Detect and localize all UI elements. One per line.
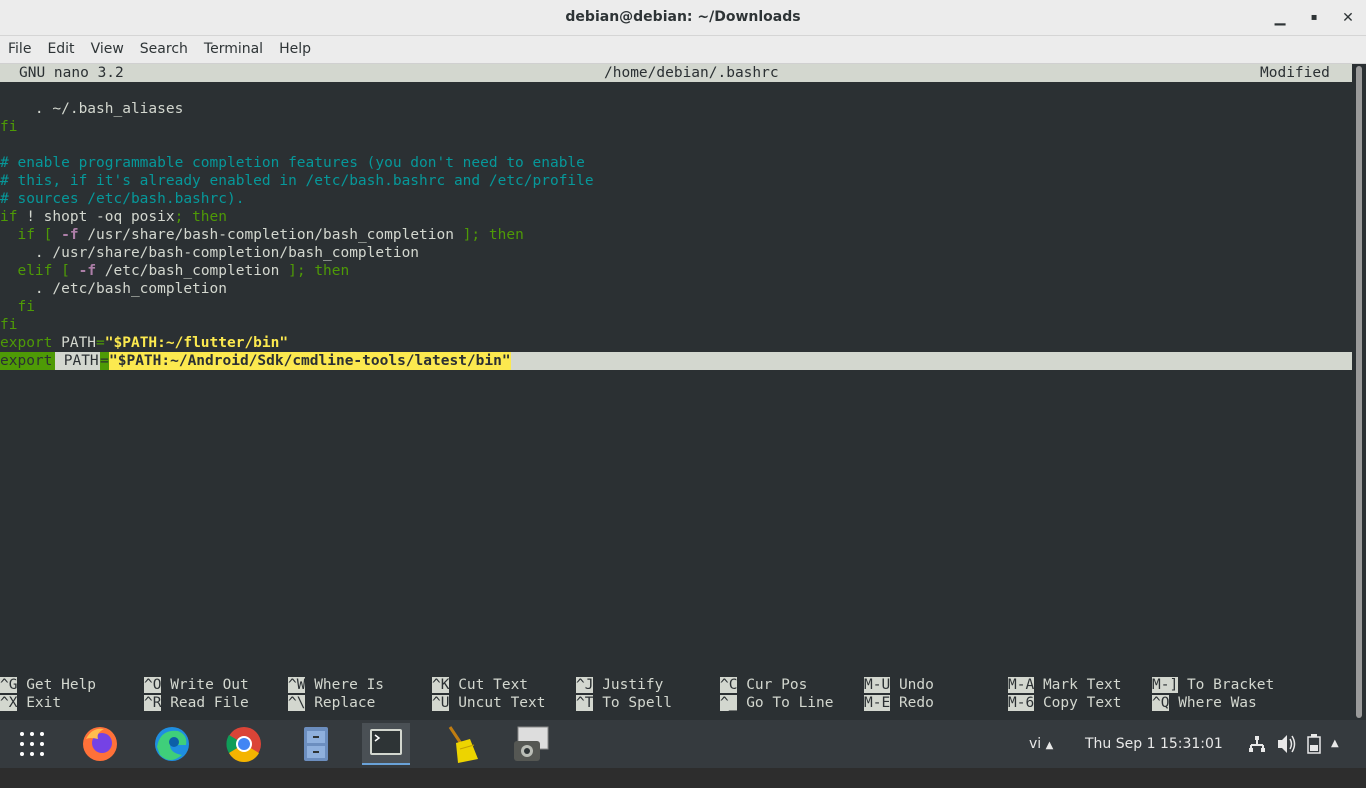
files-button[interactable] — [292, 723, 340, 765]
nano-status: Modified — [1260, 65, 1330, 81]
screenshot-button[interactable] — [508, 723, 556, 765]
close-icon: ✕ — [1342, 10, 1354, 26]
broom-icon — [448, 726, 478, 763]
highlighted-line: export PATH = "$PATH:~/Android/Sdk/cmdli… — [0, 352, 1352, 370]
shortcut-exit[interactable]: ^X Exit — [0, 694, 61, 712]
shortcut-read-file[interactable]: ^R Read File — [144, 694, 249, 712]
clock[interactable]: Thu Sep 1 15:31:01 — [1085, 720, 1223, 768]
volume-icon[interactable] — [1276, 720, 1296, 768]
window-titlebar: debian@debian: ~/Downloads ▁ ▪ ✕ — [0, 0, 1366, 36]
nano-shortcuts: ^G Get Help ^O Write Out ^W Where Is ^K … — [0, 676, 1352, 712]
code-line: fi — [0, 119, 18, 135]
code-line: if [ -f /usr/share/bash-completion/bash_… — [0, 227, 524, 243]
shortcut-to-spell[interactable]: ^T To Spell — [576, 694, 672, 712]
terminal-icon — [370, 729, 402, 755]
menu-file[interactable]: File — [0, 36, 39, 57]
maximize-icon: ▪ — [1310, 12, 1318, 23]
app-grid-icon — [20, 732, 44, 756]
app-grid-button[interactable] — [8, 723, 56, 765]
chrome-icon — [226, 727, 261, 762]
shortcut-undo[interactable]: M-U Undo — [864, 676, 934, 694]
menu-terminal[interactable]: Terminal — [196, 36, 271, 57]
firefox-icon — [83, 727, 117, 761]
nano-filename: /home/debian/.bashrc — [604, 65, 779, 81]
shortcut-where-is[interactable]: ^W Where Is — [288, 676, 384, 694]
shortcut-uncut-text[interactable]: ^U Uncut Text — [432, 694, 546, 712]
menu-search[interactable]: Search — [132, 36, 196, 57]
file-cabinet-icon — [304, 727, 328, 761]
network-icon[interactable] — [1248, 720, 1266, 768]
scrollbar-thumb[interactable] — [1356, 66, 1362, 718]
shortcut-to-bracket[interactable]: M-] To Bracket — [1152, 676, 1274, 694]
shortcut-cut-text[interactable]: ^K Cut Text — [432, 676, 528, 694]
shortcut-get-help[interactable]: ^G Get Help — [0, 676, 96, 694]
chrome-button[interactable] — [220, 723, 268, 765]
battery-icon[interactable] — [1305, 720, 1323, 768]
minimize-button[interactable]: ▁ — [1270, 8, 1290, 28]
menubar: File Edit View Search Terminal Help — [0, 36, 1366, 64]
shortcut-mark-text[interactable]: M-A Mark Text — [1008, 676, 1122, 694]
firefox-button[interactable] — [76, 723, 124, 765]
minimize-icon: ▁ — [1274, 10, 1286, 26]
code-comment: # this, if it's already enabled in /etc/… — [0, 173, 594, 189]
edge-button[interactable] — [148, 723, 196, 765]
shortcut-justify[interactable]: ^J Justify — [576, 676, 663, 694]
camera-icon — [514, 726, 549, 761]
taskbar: vi ▲ Thu Sep 1 15:31:01 ▲ — [0, 720, 1366, 768]
terminal-scrollbar[interactable] — [1352, 64, 1366, 720]
code-comment: # enable programmable completion feature… — [0, 155, 585, 171]
terminal-area[interactable]: GNU nano 3.2 /home/debian/.bashrc Modifi… — [0, 64, 1352, 720]
code-line: elif [ -f /etc/bash_completion ]; then — [0, 263, 350, 279]
code-line: . /etc/bash_completion — [0, 281, 227, 297]
menu-view[interactable]: View — [83, 36, 132, 57]
code-line: if ! shopt -oq posix; then — [0, 209, 227, 225]
shortcut-redo[interactable]: M-E Redo — [864, 694, 934, 712]
code-comment: # sources /etc/bash.bashrc). — [0, 191, 245, 207]
code-line: export PATH="$PATH:~/flutter/bin" — [0, 335, 289, 351]
shortcut-write-out[interactable]: ^O Write Out — [144, 676, 249, 694]
close-button[interactable]: ✕ — [1338, 8, 1358, 28]
nano-version: GNU nano 3.2 — [19, 65, 124, 81]
code-line: fi — [0, 299, 35, 315]
code-line: fi — [0, 317, 18, 333]
menu-edit[interactable]: Edit — [39, 36, 82, 57]
shortcut-replace[interactable]: ^\ Replace — [288, 694, 375, 712]
edge-icon — [155, 727, 189, 761]
bleachbit-button[interactable] — [436, 723, 484, 765]
shortcut-cur-pos[interactable]: ^C Cur Pos — [720, 676, 807, 694]
menu-help[interactable]: Help — [271, 36, 319, 57]
maximize-button[interactable]: ▪ — [1304, 8, 1324, 28]
caret-up-icon: ▲ — [1045, 740, 1054, 751]
code-line: . ~/.bash_aliases — [0, 101, 184, 117]
nano-header: GNU nano 3.2 /home/debian/.bashrc Modifi… — [0, 64, 1352, 82]
window-title: debian@debian: ~/Downloads — [565, 9, 801, 25]
terminal-button[interactable] — [362, 723, 410, 765]
code-line: . /usr/share/bash-completion/bash_comple… — [0, 245, 420, 261]
tray-menu-arrow-icon[interactable]: ▲ — [1331, 720, 1339, 768]
shortcut-where-was[interactable]: ^Q Where Was — [1152, 694, 1257, 712]
shortcut-go-to-line[interactable]: ^_ Go To Line — [720, 694, 834, 712]
keyboard-layout[interactable]: vi ▲ — [1029, 720, 1053, 768]
shortcut-copy-text[interactable]: M-6 Copy Text — [1008, 694, 1122, 712]
